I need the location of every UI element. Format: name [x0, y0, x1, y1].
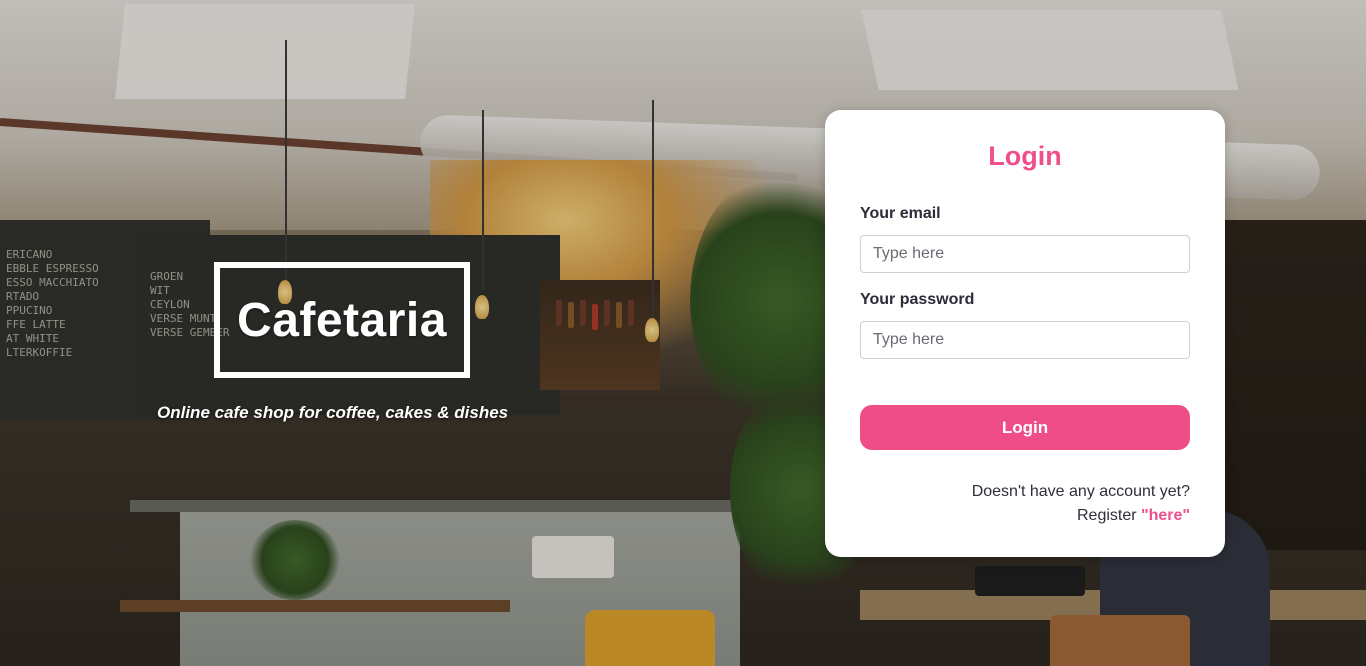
brand-logo-box: Cafetaria	[214, 262, 470, 378]
register-line: Register "here"	[1077, 507, 1190, 525]
password-label: Your password	[860, 291, 975, 308]
login-card: Login Your email Your password Login Doe…	[825, 110, 1225, 557]
register-prefix: Register	[1077, 507, 1137, 524]
brand-tagline: Online cafe shop for coffee, cakes & dis…	[157, 403, 509, 422]
no-account-text: Doesn't have any account yet?	[971, 483, 1190, 500]
password-input[interactable]	[860, 321, 1190, 359]
register-link[interactable]: "here"	[1141, 507, 1190, 524]
login-button[interactable]: Login	[860, 405, 1190, 450]
brand-title: Cafetaria	[237, 293, 447, 347]
email-label: Your email	[860, 205, 941, 222]
login-title: Login	[988, 141, 1062, 171]
email-input[interactable]	[860, 235, 1190, 273]
